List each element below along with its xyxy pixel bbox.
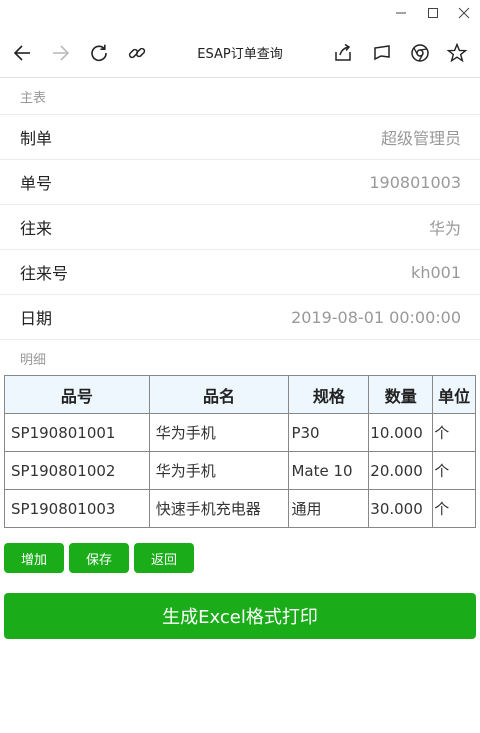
minimize-icon[interactable]	[391, 4, 411, 22]
flag-icon[interactable]	[370, 41, 394, 65]
field-label: 单号	[20, 174, 53, 193]
table-cell: 快速手机充电器	[148, 489, 290, 528]
table-cell: P30	[288, 413, 370, 452]
refresh-icon[interactable]	[87, 41, 111, 65]
field-label: 往来	[20, 219, 53, 238]
field-value: 华为	[428, 219, 461, 238]
field-row-order-no: 单号 190801003	[0, 160, 480, 205]
table-cell: SP190801003	[4, 489, 150, 528]
table-cell: SP190801002	[4, 451, 150, 490]
table-cell: Mate 10	[288, 451, 370, 490]
detail-section-label: 明细	[20, 353, 47, 368]
field-value: 超级管理员	[380, 129, 461, 148]
table-cell: 个	[432, 451, 476, 490]
field-label: 制单	[20, 129, 53, 148]
back-arrow-icon[interactable]	[10, 41, 34, 65]
field-row-partner: 往来 华为	[0, 205, 480, 250]
field-row-date: 日期 2019-08-01 00:00:00	[0, 295, 480, 340]
close-icon[interactable]	[454, 4, 474, 22]
field-row-partner-no: 往来号 kh001	[0, 250, 480, 295]
table-cell: 个	[432, 489, 476, 528]
column-header: 品号	[4, 375, 150, 414]
back-button[interactable]: 返回	[134, 543, 194, 573]
table-row: SP190801003 快速手机充电器 通用 30.000 个	[4, 489, 476, 528]
forward-arrow-icon[interactable]	[49, 41, 73, 65]
browser-toolbar: ESAP订单查询	[0, 28, 480, 78]
window-titlebar	[0, 0, 480, 28]
field-value: 2019-08-01 00:00:00	[291, 307, 461, 327]
field-value: kh001	[411, 262, 461, 282]
link-icon[interactable]	[125, 41, 149, 65]
detail-table: 品号 品名 规格 数量 单位 SP190801001 华为手机 P30 10.0…	[4, 375, 476, 528]
table-cell: 华为手机	[148, 451, 290, 490]
column-header: 单位	[432, 375, 476, 414]
table-cell: 通用	[288, 489, 370, 528]
table-cell: 30.000	[368, 489, 434, 528]
column-header: 品名	[148, 375, 290, 414]
star-icon[interactable]	[445, 41, 469, 65]
field-value: 190801003	[369, 172, 461, 192]
table-cell: 华为手机	[148, 413, 290, 452]
add-button[interactable]: 增加	[4, 543, 64, 573]
table-cell: SP190801001	[4, 413, 150, 452]
table-row: SP190801002 华为手机 Mate 10 20.000 个	[4, 451, 476, 490]
table-row: SP190801001 华为手机 P30 10.000 个	[4, 413, 476, 452]
table-header-row: 品号 品名 规格 数量 单位	[4, 375, 476, 414]
action-button-row: 增加 保存 返回	[4, 543, 194, 573]
field-label: 日期	[20, 309, 53, 328]
page-title: ESAP订单查询	[197, 47, 283, 62]
column-header: 数量	[368, 375, 434, 414]
print-excel-button[interactable]: 生成Excel格式打印	[4, 593, 476, 639]
chrome-icon[interactable]	[408, 41, 432, 65]
table-cell: 个	[432, 413, 476, 452]
table-cell: 20.000	[368, 451, 434, 490]
save-button[interactable]: 保存	[69, 543, 129, 573]
share-icon[interactable]	[331, 41, 355, 65]
field-label: 往来号	[20, 264, 69, 283]
main-section-label: 主表	[0, 78, 480, 115]
field-row-maker: 制单 超级管理员	[0, 115, 480, 160]
column-header: 规格	[288, 375, 370, 414]
maximize-icon[interactable]	[423, 4, 443, 22]
table-cell: 10.000	[368, 413, 434, 452]
